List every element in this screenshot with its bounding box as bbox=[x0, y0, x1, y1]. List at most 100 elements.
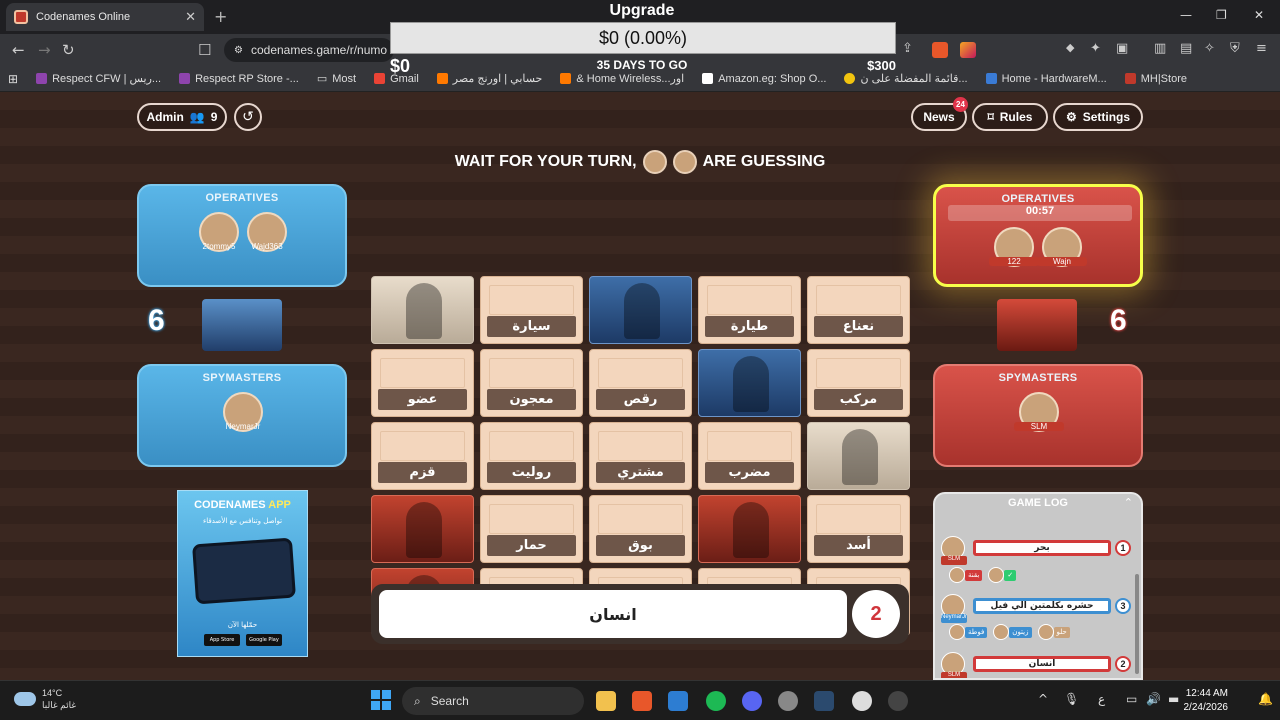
browser-tab-active[interactable]: Codenames Online ✕ bbox=[6, 3, 204, 31]
reload-icon[interactable]: ↻ bbox=[62, 41, 75, 59]
guess-word: زيتون bbox=[1009, 626, 1032, 638]
card-top bbox=[707, 285, 792, 315]
word-card[interactable]: مضرب bbox=[698, 422, 801, 490]
card-top bbox=[816, 504, 901, 534]
close-window-icon[interactable]: ✕ bbox=[1254, 8, 1264, 22]
rules-button[interactable]: ⌑ Rules bbox=[972, 103, 1048, 131]
blue-operatives-panel: OPERATIVES 2tommy5 Wajd363 bbox=[137, 184, 347, 287]
close-tab-icon[interactable]: ✕ bbox=[185, 10, 196, 25]
steam-icon[interactable] bbox=[778, 691, 798, 711]
word-card[interactable]: عضو bbox=[371, 349, 474, 417]
word-card[interactable] bbox=[807, 422, 910, 490]
davinci-icon[interactable] bbox=[814, 691, 834, 711]
minimize-icon[interactable]: — bbox=[1180, 8, 1192, 22]
red-score: 6 bbox=[1110, 304, 1127, 337]
news-button[interactable]: News 24 bbox=[911, 97, 968, 131]
file-explorer-icon[interactable] bbox=[596, 691, 616, 711]
notification-icon[interactable]: 🔔 bbox=[1258, 692, 1273, 706]
maximize-icon[interactable]: ❐ bbox=[1216, 8, 1227, 22]
menu-icon[interactable]: ≡ bbox=[1256, 41, 1267, 56]
app-icon[interactable] bbox=[888, 691, 908, 711]
card-top bbox=[707, 431, 792, 461]
network-icon[interactable]: ▭ bbox=[1126, 692, 1137, 706]
word-card[interactable] bbox=[589, 276, 692, 344]
word-card[interactable]: مشتري bbox=[589, 422, 692, 490]
word-card[interactable]: نعناع bbox=[807, 276, 910, 344]
discord-icon[interactable] bbox=[742, 691, 762, 711]
system-clock[interactable]: 12:44 AM 2/24/2026 bbox=[1184, 687, 1229, 715]
vpn-icon[interactable]: ⛨ bbox=[1230, 41, 1240, 56]
neutral-agent-figure bbox=[842, 429, 878, 485]
guesser-avatar bbox=[672, 150, 697, 174]
log-scrollbar[interactable] bbox=[1135, 574, 1139, 674]
word-card[interactable] bbox=[371, 495, 474, 563]
upgrade-overlay: Upgrade $0 (0.00%) $0 35 DAYS TO GO $300 bbox=[388, 0, 896, 76]
windows-start-icon[interactable] bbox=[371, 690, 391, 710]
collapse-caret-icon[interactable]: ⌃ bbox=[1124, 496, 1133, 509]
word-card[interactable]: بوق bbox=[589, 495, 692, 563]
extensions-icon[interactable]: ✦ bbox=[1090, 41, 1101, 56]
battery-icon[interactable]: ▬ bbox=[1168, 692, 1179, 706]
brave-shield-icon[interactable] bbox=[932, 42, 948, 58]
bookmark-item[interactable]: Home - HardwareM... bbox=[985, 73, 1107, 85]
app-icon[interactable] bbox=[852, 691, 872, 711]
google-play-badge[interactable]: Google Play bbox=[246, 634, 282, 646]
microphone-icon[interactable]: 🎙 bbox=[1064, 692, 1079, 706]
store-icon[interactable] bbox=[668, 691, 688, 711]
bookmark-item[interactable]: Respect CFW | ريس... bbox=[36, 72, 161, 85]
log-clue-number: 2 bbox=[1115, 656, 1131, 672]
tray-chevron-icon[interactable]: ^ bbox=[1038, 692, 1048, 706]
card-word: عضو bbox=[378, 389, 467, 410]
wallet-icon[interactable]: ◆ bbox=[1066, 41, 1074, 54]
word-card[interactable]: قزم bbox=[371, 422, 474, 490]
word-card[interactable]: رقص bbox=[589, 349, 692, 417]
bookmark-item[interactable]: Respect RP Store -... bbox=[179, 73, 299, 85]
word-card[interactable] bbox=[371, 276, 474, 344]
share-icon[interactable]: ⇪ bbox=[902, 41, 913, 56]
volume-icon[interactable]: 🔊 bbox=[1146, 692, 1161, 706]
settings-button[interactable]: ⚙ Settings bbox=[1053, 103, 1143, 131]
bookmark-icon[interactable]: ☐ bbox=[198, 41, 211, 59]
word-card[interactable]: مركب bbox=[807, 349, 910, 417]
app-store-badge[interactable]: App Store bbox=[204, 634, 240, 646]
word-card[interactable] bbox=[698, 349, 801, 417]
back-icon[interactable]: ← bbox=[12, 41, 25, 59]
card-top bbox=[489, 285, 574, 315]
screenshot-icon[interactable]: ▣ bbox=[1116, 41, 1128, 56]
apps-icon[interactable]: ⊞ bbox=[8, 72, 18, 86]
brave-rewards-icon[interactable] bbox=[960, 42, 976, 58]
weather-widget[interactable]: 14°C غائم غالبا bbox=[14, 687, 76, 711]
site-info-icon[interactable]: ⚙ bbox=[234, 45, 243, 56]
bookmark-item[interactable]: MH|Store bbox=[1124, 73, 1187, 85]
bookmark-folder[interactable]: ▭ Most bbox=[317, 72, 356, 86]
sidebar-icon[interactable]: ▥ bbox=[1154, 41, 1166, 56]
word-card[interactable] bbox=[698, 495, 801, 563]
neutral-agent-figure bbox=[406, 283, 442, 339]
codenames-app-ad[interactable]: CODENAMES APP تواصل وتنافس مع الأصدقاء ح… bbox=[177, 490, 308, 657]
game-area: Admin 👥 9 ↺ News 24 ⌑ Rules ⚙ Settings W… bbox=[0, 92, 1280, 680]
word-card[interactable]: روليت bbox=[480, 422, 583, 490]
admin-button[interactable]: Admin 👥 9 bbox=[137, 103, 227, 131]
card-word: أسد bbox=[814, 535, 903, 556]
word-card[interactable]: طيارة bbox=[698, 276, 801, 344]
card-top bbox=[489, 431, 574, 461]
new-tab-icon[interactable]: + bbox=[214, 7, 227, 26]
word-card[interactable]: حمار bbox=[480, 495, 583, 563]
word-card[interactable]: سيارة bbox=[480, 276, 583, 344]
log-player-name: SLM bbox=[941, 672, 967, 678]
language-indicator[interactable]: ع bbox=[1098, 692, 1105, 706]
leo-ai-icon[interactable]: ✧ bbox=[1204, 41, 1215, 56]
brave-browser-icon[interactable] bbox=[632, 691, 652, 711]
spotify-icon[interactable] bbox=[706, 691, 726, 711]
forward-icon[interactable]: → bbox=[38, 41, 51, 59]
log-clue: حشره بكلمتين الي فيل bbox=[973, 598, 1111, 614]
url-field[interactable]: ⚙ codenames.game/r/numo bbox=[224, 38, 394, 62]
word-card[interactable]: أسد bbox=[807, 495, 910, 563]
card-word: سيارة bbox=[487, 316, 576, 337]
word-card[interactable]: معجون bbox=[480, 349, 583, 417]
reset-icon[interactable]: ↺ bbox=[234, 103, 262, 131]
wallet-panel-icon[interactable]: ▤ bbox=[1180, 41, 1192, 56]
tab-title: Codenames Online bbox=[36, 11, 131, 23]
taskbar-search[interactable]: ⌕ Search bbox=[402, 687, 584, 715]
player-count: 9 bbox=[210, 110, 218, 124]
